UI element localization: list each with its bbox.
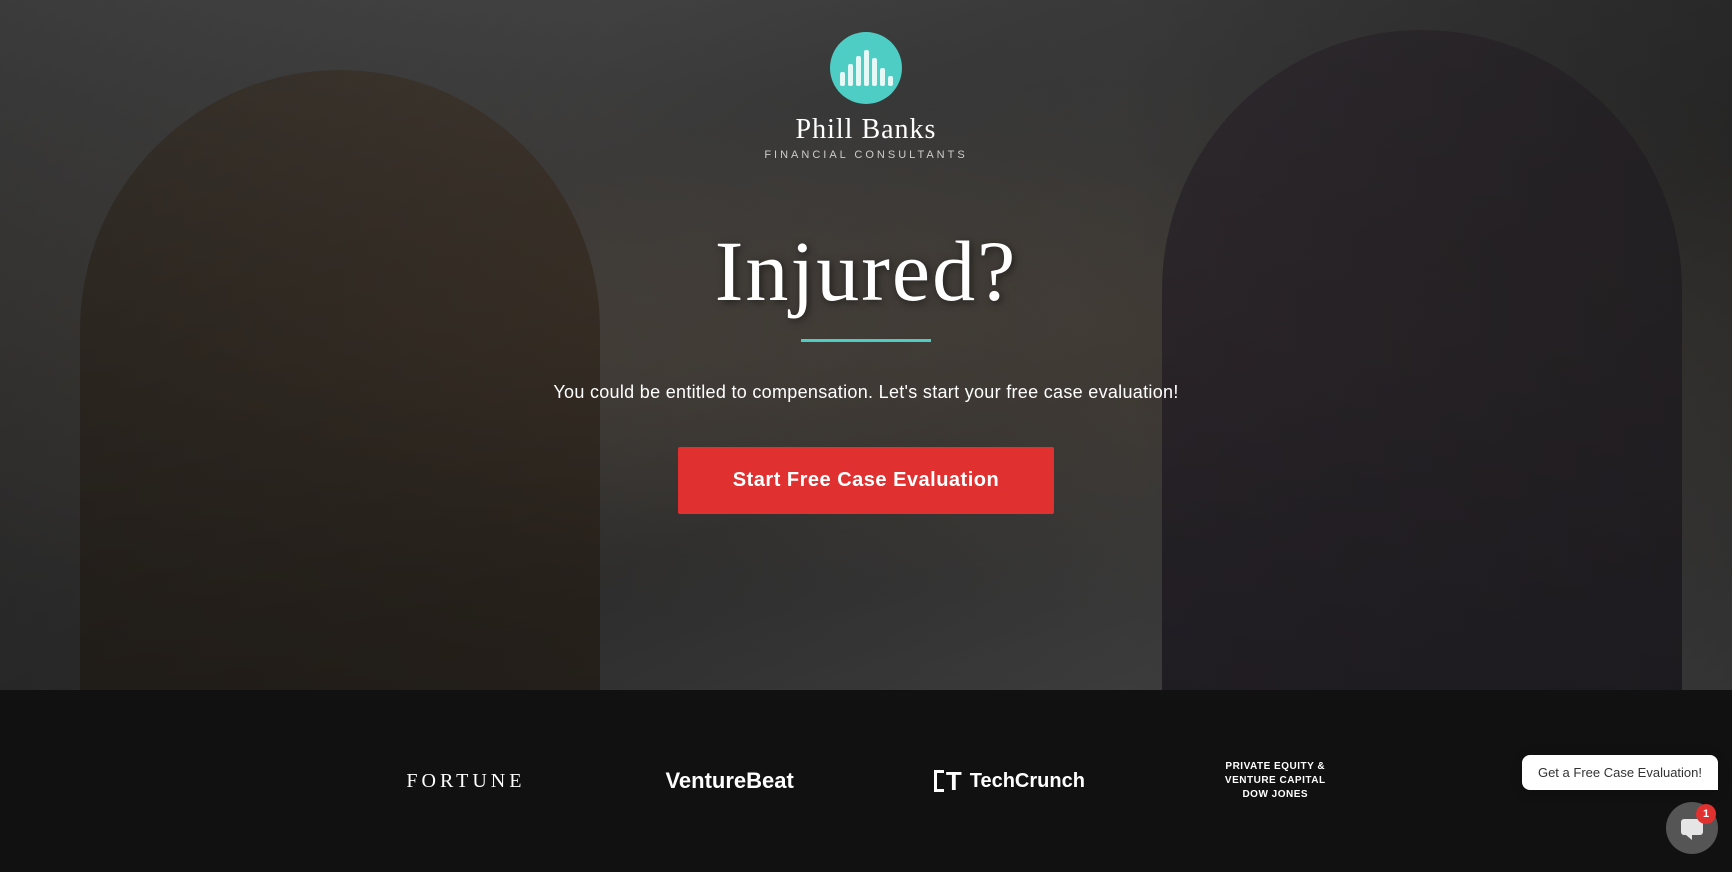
fortune-logo-text: FORTUNE: [406, 770, 525, 792]
notification-chat-text: Get a Free Case Evaluation!: [1522, 755, 1718, 790]
hero-divider: [801, 339, 931, 342]
press-bar: FORTUNE VentureBeat T TechCrunch PRIVATE…: [0, 690, 1732, 872]
logo-circle: [830, 32, 902, 104]
techcrunch-logo-text: TechCrunch: [970, 770, 1085, 793]
hero-section: Phill Banks FINANCIAL CONSULTANTS Injure…: [0, 0, 1732, 690]
tc-icon: T: [934, 766, 962, 797]
logo-bar-5: [872, 58, 877, 86]
logo-bar-7: [888, 76, 893, 86]
pe-vc-logo: PRIVATE EQUITY & VENTURE CAPITAL DOW JON…: [1225, 760, 1326, 802]
tc-letter: T: [946, 766, 962, 797]
logo-bar-2: [848, 64, 853, 86]
venturebeat-logo: VentureBeat: [665, 768, 793, 794]
notification-bubble[interactable]: Get a Free Case Evaluation! 1: [1666, 802, 1718, 854]
venturebeat-logo-text: VentureBeat: [665, 768, 793, 793]
logo-bar-1: [840, 72, 845, 86]
tc-bracket-icon: [934, 770, 944, 792]
logo-bar-3: [856, 56, 861, 86]
cta-button[interactable]: Start Free Case Evaluation: [678, 447, 1054, 514]
hero-heading: Injured?: [715, 221, 1018, 321]
hero-content: Phill Banks FINANCIAL CONSULTANTS Injure…: [0, 0, 1732, 690]
logo-bar-4: [864, 50, 869, 86]
notification-count: 1: [1696, 804, 1716, 824]
brand-name: Phill Banks: [796, 114, 937, 146]
brand-tagline: FINANCIAL CONSULTANTS: [764, 149, 967, 161]
fortune-logo: FORTUNE: [406, 770, 525, 793]
logo-bar-6: [880, 68, 885, 86]
hero-subtext: You could be entitled to compensation. L…: [553, 382, 1178, 403]
techcrunch-logo: T TechCrunch: [934, 766, 1085, 797]
pe-vc-logo-text: PRIVATE EQUITY & VENTURE CAPITAL DOW JON…: [1225, 760, 1326, 802]
logo-bars-icon: [840, 50, 893, 86]
